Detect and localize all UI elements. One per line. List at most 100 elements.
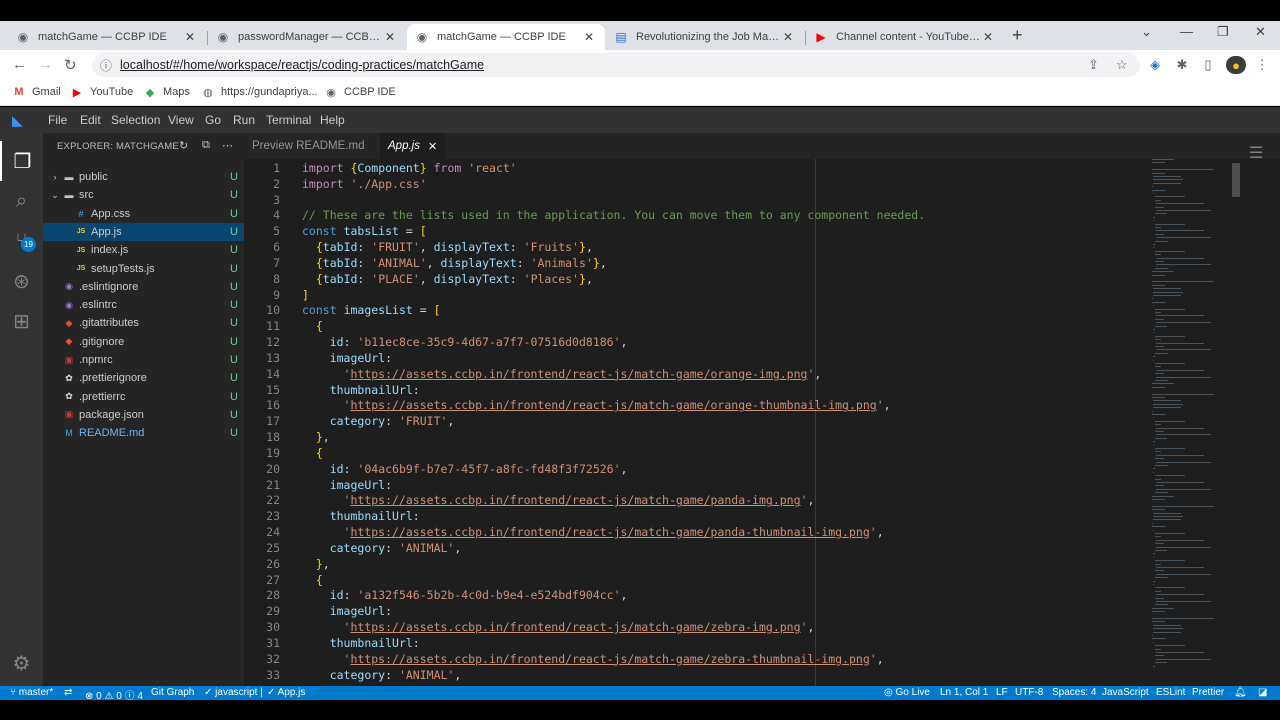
code-line[interactable]: 29 imageUrl: (244, 604, 1244, 620)
code-line[interactable]: 18 }, (244, 430, 1244, 446)
encoding-status[interactable]: UTF-8 (1015, 687, 1043, 698)
code-line[interactable]: 33 category: 'ANIMAL', (244, 668, 1244, 684)
code-line[interactable]: 6 {tabId: 'FRUIT', displayText: 'Fruits'… (244, 240, 1244, 256)
code-line[interactable]: 5 const tabsList = [ (244, 224, 1244, 240)
file-tree-item[interactable]: ⌄ ▬ src U (43, 186, 244, 204)
chevron-down-icon[interactable]: ⌄ (49, 190, 61, 201)
menu-help[interactable]: Help (320, 113, 345, 127)
code-line[interactable]: 26 }, (244, 557, 1244, 573)
code-line[interactable]: 25 category: 'ANIMAL', (244, 541, 1244, 557)
puzzle-icon[interactable]: ✱ (1174, 57, 1190, 73)
code-line[interactable]: 12 id: 'b11ec8ce-35c9-4d67-a7f7-07516d0d… (244, 335, 1244, 351)
tab-app-js[interactable]: App.js ✕ (380, 133, 446, 159)
language-mode-status[interactable]: JavaScript (1102, 687, 1149, 698)
prettier-status[interactable]: Prettier (1192, 687, 1224, 698)
file-check-status[interactable]: ✓ App.js (267, 687, 305, 698)
bookmark-star-icon[interactable]: ☆ (1116, 57, 1128, 73)
bookmark-maps[interactable]: ◆ Maps (143, 85, 190, 99)
code-line[interactable]: 27 { (244, 573, 1244, 589)
info-icon[interactable]: ⓘ (100, 57, 112, 74)
file-tree-item[interactable]: ▣ .npmrc U (43, 351, 244, 369)
more-horiz-icon[interactable]: ⋯ (222, 139, 233, 152)
file-tree-item[interactable]: JS index.js U (43, 241, 244, 259)
menu-file[interactable]: File (48, 113, 67, 127)
menu-run[interactable]: Run (233, 113, 255, 127)
more-vert-icon[interactable]: ⋮ (1254, 57, 1270, 73)
minimap[interactable] (1152, 159, 1232, 686)
chevron-right-icon[interactable]: › (49, 172, 61, 182)
file-tree-item[interactable]: ▣ package.json U (43, 406, 244, 424)
code-line[interactable]: 9] (244, 288, 1244, 304)
code-line[interactable]: 13 imageUrl: (244, 351, 1244, 367)
vertical-scrollbar[interactable] (1232, 163, 1240, 197)
file-tree-item[interactable]: › ▬ public U (43, 168, 244, 186)
code-line[interactable]: 31 thumbnailUrl: (244, 636, 1244, 652)
code-line[interactable]: 1 import {Component} from 'react' (244, 161, 1244, 177)
code-line[interactable]: 23 thumbnailUrl: (244, 509, 1244, 525)
file-tree-item[interactable]: ◆ .gitattributes U (43, 314, 244, 332)
new-tab-plus-icon[interactable]: + (1012, 25, 1023, 46)
menu-edit[interactable]: Edit (80, 113, 101, 127)
code-line[interactable]: 30 'https://assets.ccbp.in/frontend/reac… (244, 620, 1244, 636)
close-icon[interactable]: ✕ (780, 30, 796, 44)
code-line[interactable]: 28 id: 'a132f546-5b2b-4c0d-b9e4-e524bdf9… (244, 588, 1244, 604)
close-icon[interactable]: ✕ (428, 140, 437, 153)
code-line[interactable]: 15 thumbnailUrl: (244, 383, 1244, 399)
minimap-list-icon[interactable]: ☰ (1249, 143, 1263, 163)
language-check-status[interactable]: ✓ javascript | (204, 687, 263, 698)
menu-selection[interactable]: Selection (111, 113, 160, 127)
forward-arrow-icon[interactable]: → (38, 56, 53, 73)
code-line[interactable]: 10 const imagesList = [ (244, 303, 1244, 319)
git-graph-status[interactable]: Git Graph (151, 687, 194, 698)
file-tree-item[interactable]: JS setupTests.js U (43, 260, 244, 278)
cursor-position-status[interactable]: Ln 1, Col 1 (940, 687, 988, 698)
browser-tab-1[interactable]: ◉ matchGame — CCBP IDE ✕ (8, 24, 206, 50)
tab-search-chevron-icon[interactable]: ⌄ (1141, 24, 1152, 40)
maximize-icon[interactable]: ❐ (1217, 24, 1229, 40)
eol-status[interactable]: LF (996, 687, 1008, 698)
menu-terminal[interactable]: Terminal (266, 113, 311, 127)
bookmark-gundapriya[interactable]: ◍ https://gundapriya... (201, 85, 317, 99)
code-line[interactable]: 32 'https://assets.ccbp.in/frontend/reac… (244, 652, 1244, 668)
file-tree-item[interactable]: ◉ .eslintignore U (43, 278, 244, 296)
search-icon[interactable]: ⌕ (0, 181, 43, 221)
bookmark-ccbp-ide[interactable]: ◉ CCBP IDE (324, 85, 396, 99)
code-line[interactable]: 14 'https://assets.ccbp.in/frontend/reac… (244, 367, 1244, 383)
tab-preview-readme[interactable]: Preview README.md (244, 133, 372, 159)
branch-status[interactable]: ⑂ master* (10, 687, 53, 698)
code-line[interactable]: 2 import './App.css' (244, 177, 1244, 193)
code-line[interactable]: 17 category: 'FRUIT', (244, 414, 1244, 430)
bookmark-youtube[interactable]: ▶ YouTube (70, 85, 133, 99)
refresh-icon[interactable]: ↻ (179, 139, 188, 152)
code-line[interactable]: 21 imageUrl: (244, 478, 1244, 494)
browser-tab-3-active[interactable]: ◉ matchGame — CCBP IDE ✕ (407, 24, 605, 50)
code-line[interactable]: 22 'https://assets.ccbp.in/frontend/reac… (244, 493, 1244, 509)
code-line[interactable]: 11 { (244, 319, 1244, 335)
code-line[interactable]: 7 {tabId: 'ANIMAL', displayText: 'Animal… (244, 256, 1244, 272)
file-tree-item[interactable]: M README.md U (43, 424, 244, 442)
back-arrow-icon[interactable]: ← (12, 56, 27, 73)
code-line[interactable]: 3 (244, 193, 1244, 209)
notification-bell-icon[interactable]: 🔔︎ (1234, 687, 1247, 698)
run-debug-icon[interactable]: ⊛ (0, 261, 43, 301)
sync-icon[interactable]: ⇄ (64, 687, 72, 698)
close-icon[interactable]: ✕ (980, 30, 996, 44)
browser-tab-2[interactable]: ◉ passwordManager — CCBP IDE ✕ (208, 24, 406, 50)
extensions-icon[interactable]: ⊞ (0, 301, 43, 341)
code-line[interactable]: 20 id: '04ac6b9f-b7e7-45f7-a8fc-fd48f3f7… (244, 462, 1244, 478)
browser-tab-5[interactable]: ▶ Channel content - YouTube Studi ✕ (806, 24, 1004, 50)
bookmark-gmail[interactable]: M Gmail (12, 85, 60, 99)
code-line[interactable]: 8 {tabId: 'PLACE', displayText: 'Places'… (244, 272, 1244, 288)
minimize-icon[interactable]: — (1180, 24, 1193, 39)
go-live-status[interactable]: ◎ Go Live (884, 687, 930, 698)
file-tree-item[interactable]: ◆ .gitignore U (43, 333, 244, 351)
extension-icon[interactable]: ◈ (1147, 57, 1163, 73)
code-line[interactable]: 16 'https://assets.ccbp.in/frontend/reac… (244, 398, 1244, 414)
url-text[interactable]: localhost/#/home/workspace/reactjs/codin… (120, 58, 484, 72)
settings-gear-icon[interactable]: ⚙ (0, 643, 43, 683)
menu-go[interactable]: Go (205, 113, 221, 127)
file-tree-item[interactable]: # App.css U (43, 205, 244, 223)
window-close-icon[interactable]: ✕ (1255, 24, 1266, 40)
indent-status[interactable]: Spaces: 4 (1052, 687, 1096, 698)
side-panel-icon[interactable]: ▯ (1200, 57, 1216, 73)
